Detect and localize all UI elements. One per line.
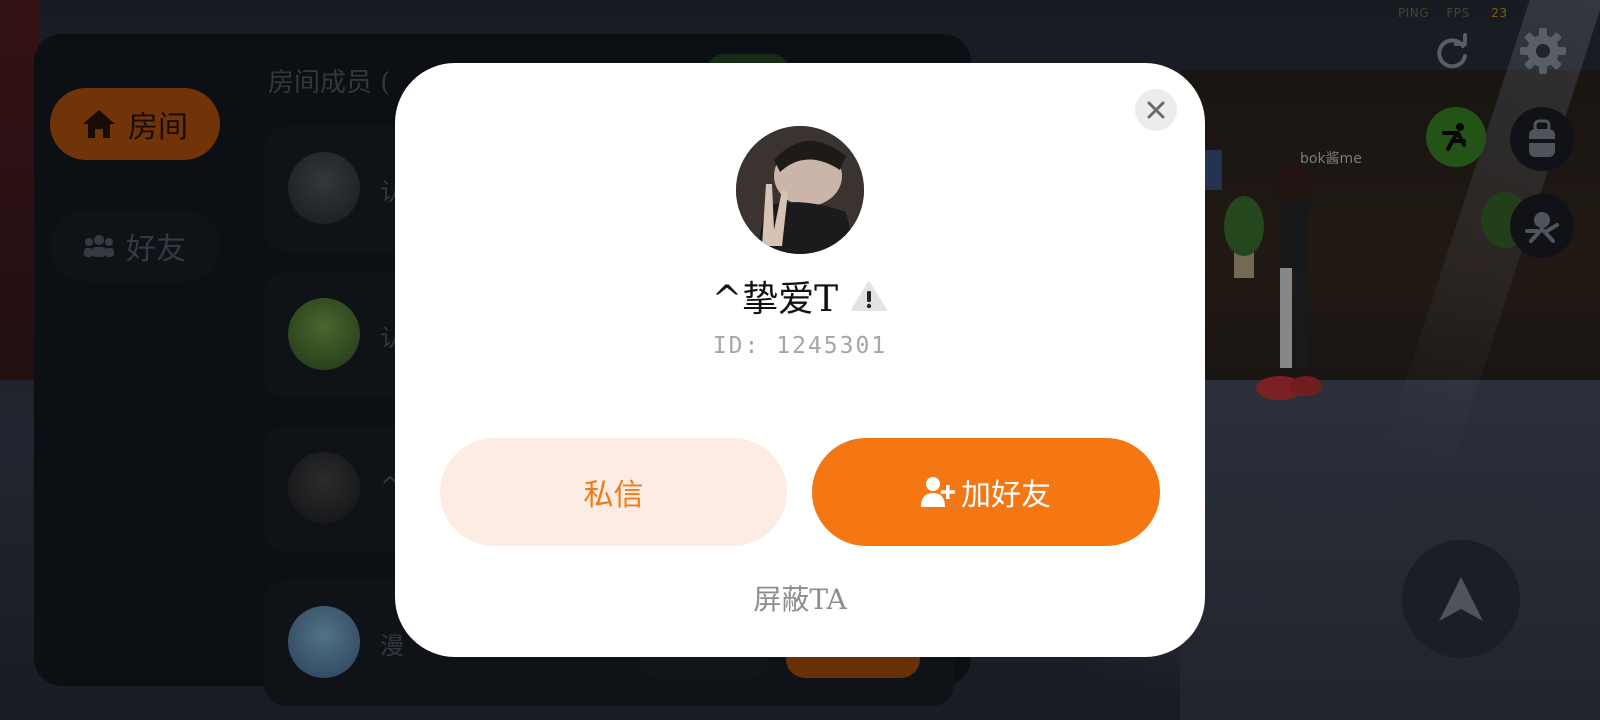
user-id: ID: 1245301 — [712, 333, 888, 359]
add-friend-label: 加好友 — [961, 478, 1051, 513]
close-icon — [1147, 101, 1165, 119]
block-user-link[interactable]: 屏蔽TA — [395, 578, 1205, 618]
username: ^挚爱T — [711, 279, 839, 320]
private-message-label: 私信 — [583, 478, 644, 513]
name-row: ^挚爱T — [395, 270, 1205, 322]
profile-modal: ^挚爱T ID: 1245301 私信 加好友 屏蔽TA — [395, 63, 1205, 657]
add-user-icon — [921, 477, 955, 507]
profile-photo — [736, 126, 864, 254]
close-button[interactable] — [1135, 89, 1177, 131]
private-message-button[interactable]: 私信 — [440, 438, 787, 546]
add-friend-button[interactable]: 加好友 — [812, 438, 1160, 546]
warning-icon[interactable] — [850, 280, 888, 312]
avatar[interactable] — [736, 126, 864, 254]
